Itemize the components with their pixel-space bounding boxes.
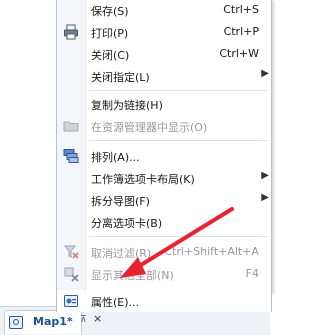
menu-item-close[interactable]: 关闭(C) Ctrl+W [57,43,273,65]
menu-item-label: 保存(S) [91,5,129,18]
submenu-arrow-icon: ▶ [261,68,269,79]
printer-icon [63,24,79,40]
menu-item-show-all-others[interactable]: 显示其他全部(N) F4 [57,263,273,285]
arrange-icon [63,148,79,164]
menu-item-label: 拆分导图(F) [91,195,150,208]
menu-item-shortcut: F4 [245,267,259,280]
menu-item-label: 复制为链接(H) [91,99,163,112]
menu-item-label: 关闭(C) [91,49,130,62]
menu-separator [89,90,267,91]
tab-label: Map1* [33,315,73,328]
menu-item-label: 关闭指定(L) [91,71,150,84]
menu-item-label: 在资源管理器中显示(O) [91,121,208,134]
submenu-arrow-icon: ▶ [261,170,269,181]
menu-item-label: 排列(A)... [91,151,140,164]
filter-icon [63,244,79,260]
menu-item-print[interactable]: 打印(P) Ctrl+P [57,21,273,43]
properties-icon [63,293,79,309]
menu-item-cancel-filter[interactable]: 取消过滤(R) Ctrl+Shift+Alt+A [57,241,273,263]
menu-item-workbook-tab-layout[interactable]: 工作簿选项卡布局(K) ▶ [57,167,273,189]
menu-item-properties[interactable]: 属性(E)... [56,290,272,312]
close-tab-icon[interactable]: × [93,312,102,325]
menu-item-shortcut: Ctrl+Shift+Alt+A [164,245,259,258]
menu-item-shortcut: Ctrl+S [223,3,259,16]
menu-item-label: 取消过滤(R) [91,247,152,260]
menu-item-label: 分离选项卡(B) [91,217,163,230]
menu-item-arrange[interactable]: 排列(A)... [57,145,273,167]
menu-item-label: 显示其他全部(N) [91,269,174,282]
menu-item-label: 属性(E)... [91,296,140,309]
menu-item-shortcut: Ctrl+W [219,47,259,60]
menu-separator [89,236,267,237]
pin-icon[interactable]: ⊼ [80,315,87,325]
menu-item-show-in-explorer[interactable]: 在资源管理器中显示(O) [57,115,273,137]
menu-item-label: 工作簿选项卡布局(K) [91,173,195,186]
map-icon [9,316,23,329]
menu-item-label: 打印(P) [91,27,129,40]
menu-item-close-specified[interactable]: 关闭指定(L) ▶ [57,65,273,87]
menu-item-shortcut: Ctrl+P [223,25,259,38]
menu-item-copy-as-link[interactable]: 复制为链接(H) [57,93,273,115]
menu-item-detach-tab[interactable]: 分离选项卡(B) [57,211,273,233]
menu-separator [89,140,267,141]
menu-item-split-map[interactable]: 拆分导图(F) ▶ [57,189,273,211]
context-menu: 保存(S) Ctrl+S 打印(P) Ctrl+P 关闭(C) Ctrl+W 关… [56,0,272,292]
show-all-icon [63,266,79,282]
tab-map1[interactable]: Map1* [4,310,82,334]
menu-item-save[interactable]: 保存(S) Ctrl+S [57,0,273,21]
submenu-arrow-icon: ▶ [261,192,269,203]
folder-icon [63,118,79,134]
app-background [0,0,56,334]
